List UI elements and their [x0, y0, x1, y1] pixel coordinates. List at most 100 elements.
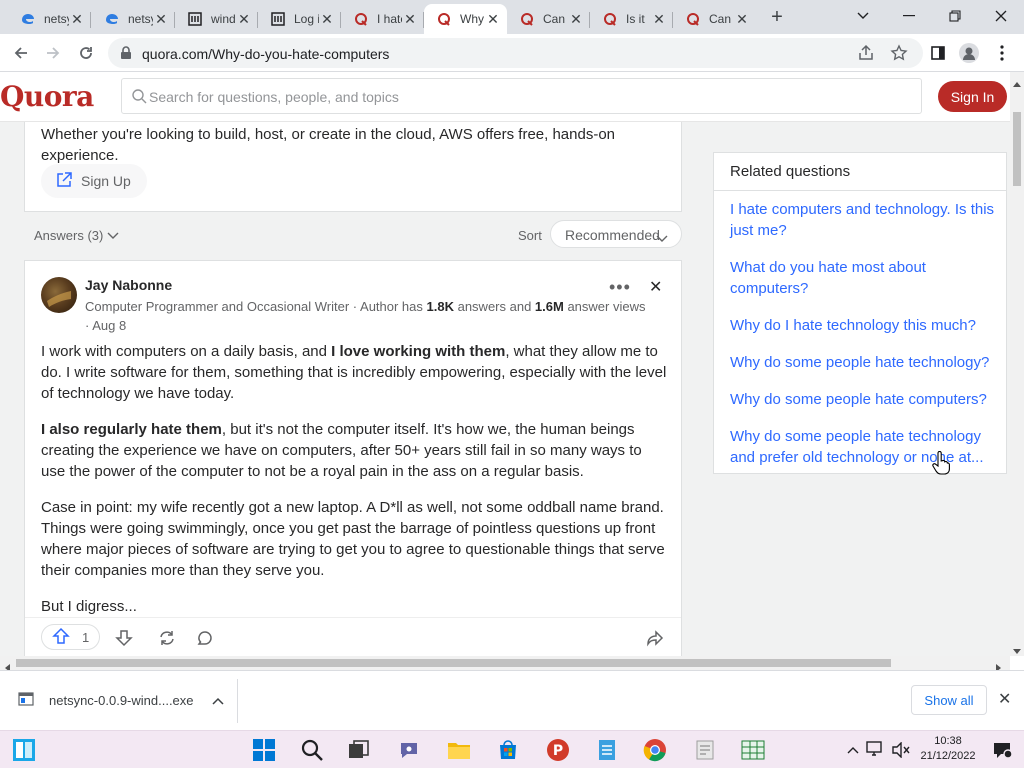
related-question-link[interactable]: Why do some people hate technology? [730, 352, 998, 373]
windows-start-icon[interactable] [251, 737, 277, 763]
profile-avatar-icon[interactable] [956, 40, 982, 66]
new-tab-button[interactable]: + [766, 7, 788, 29]
upvote-count: 1 [82, 629, 90, 645]
system-clock[interactable]: 10:38 21/12/2022 [918, 734, 978, 764]
search-icon[interactable] [299, 737, 325, 763]
url-text[interactable]: quora.com/Why-do-you-hate-computers [142, 46, 389, 62]
quora-logo[interactable]: Quora [0, 80, 94, 113]
show-all-button[interactable]: Show all [911, 685, 987, 715]
scroll-up-arrow-icon[interactable] [1013, 74, 1021, 92]
tab-netsync-2[interactable]: netsync ✕ [92, 4, 175, 34]
task-view-icon[interactable] [346, 737, 372, 763]
file-explorer-icon[interactable] [446, 737, 472, 763]
external-link-icon [55, 171, 73, 192]
sign-up-button[interactable]: Sign Up [41, 164, 147, 198]
answers-count-dropdown[interactable]: Answers (3) [34, 228, 119, 243]
microsoft-store-icon[interactable] [495, 737, 521, 763]
tab-title: Why do [460, 12, 485, 26]
spreadsheet-app-icon[interactable] [740, 737, 766, 763]
vertical-scrollbar[interactable] [1010, 72, 1024, 656]
tab-can-you[interactable]: Can you ✕ [673, 4, 756, 34]
chrome-icon[interactable] [642, 737, 668, 763]
tab-title: netsync [44, 12, 69, 26]
author-avatar[interactable] [41, 277, 77, 313]
close-download-shelf-icon[interactable]: ✕ [998, 689, 1011, 709]
bookmark-star-icon[interactable] [890, 44, 908, 62]
chevron-down-icon [656, 230, 668, 246]
lock-icon[interactable] [120, 46, 132, 65]
close-tab-icon[interactable]: ✕ [69, 11, 85, 27]
reload-button[interactable] [73, 40, 99, 66]
sort-label: Sort [518, 228, 542, 243]
network-icon[interactable] [863, 737, 889, 763]
share-reshare-button[interactable] [158, 628, 176, 650]
upvote-button[interactable]: 1 [41, 624, 101, 650]
tab-title: windows [211, 12, 236, 26]
more-options-icon[interactable]: ••• [609, 277, 631, 298]
sort-select[interactable]: Recommended [550, 220, 682, 248]
svg-text:P: P [553, 743, 563, 759]
app-document-icon[interactable] [692, 737, 718, 763]
minimize-button[interactable] [896, 4, 922, 28]
app-p-icon[interactable]: P [545, 737, 571, 763]
notepad-icon[interactable] [594, 737, 620, 763]
close-tab-icon[interactable]: ✕ [319, 11, 335, 27]
forward-button[interactable] [40, 40, 66, 66]
share-button[interactable] [646, 628, 664, 650]
tab-i-hate[interactable]: I hate ✕ [341, 4, 424, 34]
volume-muted-icon[interactable] [888, 737, 914, 763]
tab-is-it[interactable]: Is it ✕ [590, 4, 673, 34]
close-tab-icon[interactable]: ✕ [734, 11, 750, 27]
tab-search-chevron-icon[interactable] [850, 4, 876, 28]
close-tab-icon[interactable]: ✕ [485, 11, 501, 27]
tab-login[interactable]: Log in ✕ [258, 4, 341, 34]
author-name[interactable]: Jay Nabonne [85, 277, 172, 293]
vertical-scroll-thumb[interactable] [1013, 112, 1021, 186]
search-box[interactable] [121, 78, 922, 114]
answer-paragraph: I work with computers on a daily basis, … [41, 343, 667, 402]
tab-can[interactable]: Can ✕ [507, 4, 590, 34]
answer-date[interactable]: Aug 8 [92, 318, 126, 333]
browser-menu-icon[interactable] [989, 40, 1015, 66]
tab-netsync-1[interactable]: netsync ✕ [8, 4, 91, 34]
comment-button[interactable] [196, 628, 214, 650]
notification-icon[interactable] [989, 737, 1015, 763]
clock-date: 21/12/2022 [920, 750, 976, 762]
quora-icon [436, 11, 452, 27]
answer-paragraph: But I digress... [41, 598, 137, 615]
related-question-link[interactable]: What do you hate most about computers? [730, 257, 998, 299]
teams-chat-icon[interactable] [396, 737, 422, 763]
tab-why-do-active[interactable]: Why do ✕ [424, 4, 507, 34]
downvote-button[interactable] [115, 628, 133, 650]
horizontal-scroll-thumb[interactable] [16, 659, 891, 667]
tab-title: netsync [128, 12, 153, 26]
clock-time: 10:38 [934, 735, 962, 747]
horizontal-scrollbar[interactable] [0, 656, 1010, 672]
close-tab-icon[interactable]: ✕ [568, 11, 584, 27]
chevron-up-icon[interactable] [212, 693, 224, 708]
back-button[interactable] [8, 40, 34, 66]
related-question-link[interactable]: Why do some people hate computers? [730, 389, 998, 410]
related-question-link[interactable]: I hate computers and technology. Is this… [730, 199, 998, 241]
sign-in-button[interactable]: Sign In [938, 81, 1007, 112]
widgets-icon[interactable] [11, 737, 37, 763]
close-tab-icon[interactable]: ✕ [236, 11, 252, 27]
close-tab-icon[interactable]: ✕ [402, 11, 418, 27]
search-input[interactable] [149, 86, 849, 108]
tab-title: Can you [709, 12, 734, 26]
download-item[interactable]: netsync-0.0.9-wind....exe [18, 685, 224, 715]
download-filename: netsync-0.0.9-wind....exe [49, 692, 194, 708]
exe-file-icon [18, 691, 34, 710]
close-window-button[interactable] [988, 4, 1014, 28]
restore-button[interactable] [942, 4, 968, 28]
address-bar[interactable]: quora.com/Why-do-you-hate-computers [108, 38, 923, 68]
side-panel-icon[interactable] [925, 40, 951, 66]
close-icon[interactable]: ✕ [649, 277, 662, 297]
related-question-link[interactable]: Why do some people hate technology and p… [730, 426, 998, 468]
scroll-down-arrow-icon[interactable] [1013, 642, 1021, 660]
related-question-link[interactable]: Why do I hate technology this much? [730, 315, 998, 336]
close-tab-icon[interactable]: ✕ [651, 11, 667, 27]
share-icon[interactable] [857, 44, 875, 62]
tab-windows[interactable]: windows ✕ [175, 4, 258, 34]
close-tab-icon[interactable]: ✕ [153, 11, 169, 27]
